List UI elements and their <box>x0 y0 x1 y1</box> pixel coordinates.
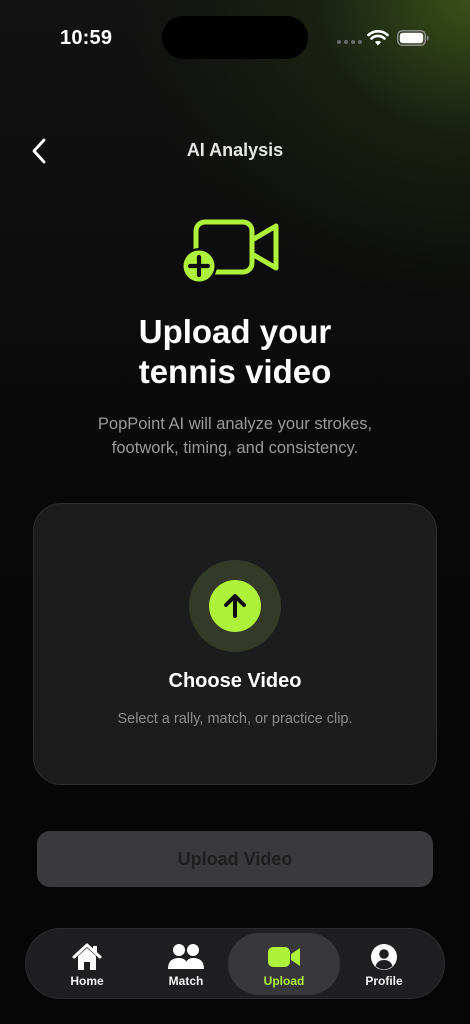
tab-label: Upload <box>263 974 305 988</box>
tab-profile[interactable]: Profile <box>328 933 440 995</box>
status-time: 10:59 <box>60 27 113 49</box>
people-icon <box>168 944 204 969</box>
tab-match[interactable]: Match <box>130 933 242 995</box>
hero-title: Upload your tennis video <box>0 312 470 392</box>
choose-video-card[interactable]: Choose Video Select a rally, match, or p… <box>33 503 437 785</box>
hero-subtitle-line: PopPoint AI will analyze your strokes, <box>97 415 373 433</box>
page-title: AI Analysis <box>186 140 284 160</box>
wifi-icon <box>367 30 389 46</box>
tab-upload[interactable]: Upload <box>228 933 340 995</box>
choose-video-subtitle: Select a rally, match, or practice clip. <box>117 711 353 727</box>
tab-label: Home <box>70 974 104 988</box>
tab-home[interactable]: Home <box>31 933 143 995</box>
battery-icon <box>397 30 429 46</box>
hero-title-line: Upload your <box>138 313 332 350</box>
tab-bar: Home Match Upload Profile <box>25 928 445 999</box>
upload-icon-circle <box>209 580 261 632</box>
tab-label: Profile <box>365 974 403 988</box>
video-icon <box>268 947 300 967</box>
home-icon <box>72 943 102 970</box>
video-add-icon <box>181 219 279 284</box>
signal-icon <box>337 40 362 44</box>
hero-subtitle: PopPoint AI will analyze your strokes, f… <box>0 412 470 460</box>
dynamic-island <box>162 16 308 59</box>
upload-icon-halo <box>189 560 281 652</box>
arrow-up-icon <box>224 594 246 618</box>
profile-icon <box>371 944 397 970</box>
choose-video-title: Choose Video <box>168 670 302 692</box>
hero-subtitle-line: footwork, timing, and consistency. <box>111 439 359 457</box>
tab-label: Match <box>168 974 204 988</box>
screen: 10:59 AI Analysis Upload your tennis vid… <box>0 0 470 1024</box>
upload-video-button[interactable]: Upload Video <box>37 831 433 887</box>
hero-title-line: tennis video <box>138 353 332 390</box>
